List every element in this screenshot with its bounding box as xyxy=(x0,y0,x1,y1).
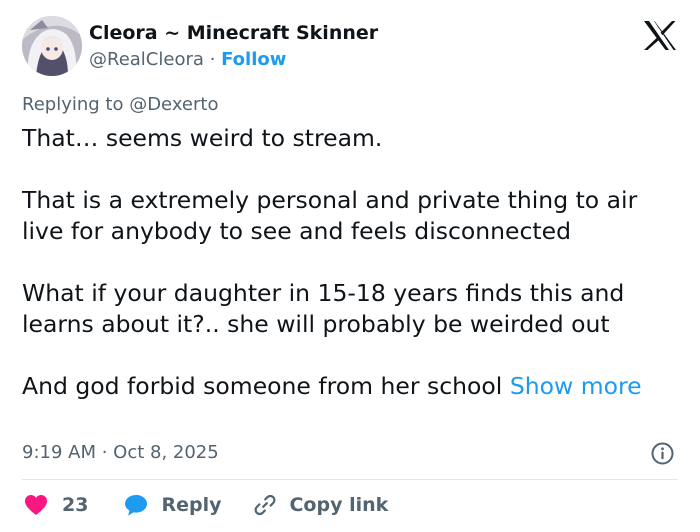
speech-bubble-icon xyxy=(125,495,148,516)
tweet-paragraph-text: And god forbid someone from her school xyxy=(22,372,503,400)
tweet-paragraph-last: And god forbid someone from her school S… xyxy=(22,371,682,402)
avatar[interactable] xyxy=(22,16,82,76)
tweet-card: Cleora ~ Minecraft Skinner @RealCleora ·… xyxy=(0,0,700,532)
tweet-timestamp[interactable]: 9:19 AM · Oct 8, 2025 xyxy=(22,442,219,463)
author-handle[interactable]: @RealCleora xyxy=(89,49,204,70)
follow-button[interactable]: Follow xyxy=(221,49,286,70)
info-icon[interactable] xyxy=(651,442,674,465)
reply-button[interactable]: Reply xyxy=(124,494,221,516)
like-button[interactable]: 23 xyxy=(24,494,88,516)
tweet-text: That… seems weird to stream. That is a e… xyxy=(22,123,682,402)
link-icon xyxy=(254,494,276,516)
show-more-link[interactable]: Show more xyxy=(510,372,642,400)
like-count: 23 xyxy=(62,494,89,516)
copy-link-button[interactable]: Copy link xyxy=(253,493,388,517)
author-handle-row: @RealCleora · Follow xyxy=(89,49,286,70)
tweet-paragraph: What if your daughter in 15-18 years fin… xyxy=(22,279,625,338)
reply-context: Replying to @Dexerto xyxy=(22,94,219,115)
author-display-name[interactable]: Cleora ~ Minecraft Skinner xyxy=(89,22,378,44)
handle-separator: · xyxy=(209,49,216,70)
tweet-paragraph: That is a extremely personal and private… xyxy=(22,186,638,245)
divider xyxy=(22,479,678,480)
tweet-paragraph: That… seems weird to stream. xyxy=(22,124,383,152)
reply-label: Reply xyxy=(161,494,222,516)
copy-link-label: Copy link xyxy=(289,494,389,516)
heart-icon xyxy=(25,495,47,515)
action-bar: 23 Reply Copy link xyxy=(24,490,388,520)
x-logo-icon[interactable] xyxy=(643,20,677,51)
